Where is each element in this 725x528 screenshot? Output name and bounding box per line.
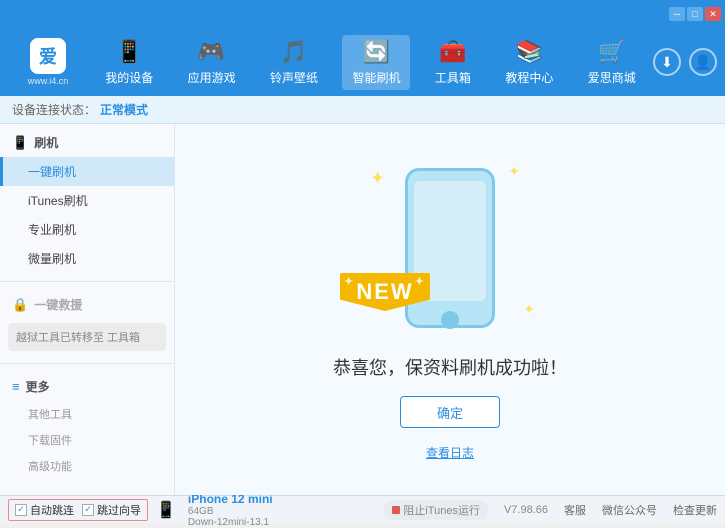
logo-tagline: www.i4.cn xyxy=(28,76,69,86)
sidebar-flash-title: 刷机 xyxy=(34,134,58,151)
window-controls: ─ □ ✕ xyxy=(669,7,721,21)
bottom-right: 阻止iTunes运行 V7.98.66 客服 微信公众号 检查更新 xyxy=(384,500,717,520)
nav-toolbox[interactable]: 🧰 工具箱 xyxy=(425,35,481,90)
stop-icon xyxy=(392,506,400,514)
checkbox-auto-connect-box[interactable]: ✓ xyxy=(15,504,27,516)
nav-smart-flash[interactable]: 🔄 智能刷机 xyxy=(342,35,410,90)
rescue-icon: 🔒 xyxy=(12,297,28,313)
new-badge: ✦ NEW ✦ xyxy=(340,273,430,323)
checkbox-skip-wizard[interactable]: ✓ 跳过向导 xyxy=(82,502,141,518)
more-icon: ≡ xyxy=(12,379,20,394)
logo[interactable]: 爱 www.i4.cn xyxy=(8,38,88,86)
nav-ringtones[interactable]: 🎵 铃声壁纸 xyxy=(260,35,328,90)
new-text: NEW xyxy=(356,279,413,304)
nav-tutorial[interactable]: 📚 教程中心 xyxy=(495,35,563,90)
update-link[interactable]: 检查更新 xyxy=(673,502,717,518)
sidebar-item-advanced[interactable]: 高级功能 xyxy=(0,453,174,479)
title-bar: ─ □ ✕ xyxy=(0,0,725,28)
ringtones-icon: 🎵 xyxy=(280,39,307,65)
minimize-button[interactable]: ─ xyxy=(669,7,685,21)
store-icon: 🛒 xyxy=(598,39,625,65)
device-info-row: 📱 iPhone 12 mini 64GB Down-12mini-13.1 xyxy=(156,492,273,528)
support-link[interactable]: 客服 xyxy=(564,502,586,518)
nav-items: 📱 我的设备 🎮 应用游戏 🎵 铃声壁纸 🔄 智能刷机 🧰 工具箱 📚 教程中心… xyxy=(88,28,653,96)
device-model: Down-12mini-13.1 xyxy=(188,517,273,528)
device-phone-icon: 📱 xyxy=(156,500,176,520)
nav-apps-label: 应用游戏 xyxy=(188,69,236,86)
sidebar-item-onekey-flash[interactable]: 一键刷机 xyxy=(0,157,174,186)
bottom-checkboxes: ✓ 自动跳连 ✓ 跳过向导 xyxy=(8,499,148,521)
phone-illustration: ✦ ✦ ✦ ✦ NEW ✦ xyxy=(350,158,550,338)
sparkle-1: ✦ xyxy=(370,168,385,189)
new-banner: ✦ NEW ✦ xyxy=(340,273,430,311)
sparkle-3: ✦ xyxy=(523,301,535,318)
sidebar-more-title: 更多 xyxy=(26,378,50,395)
review-log-link[interactable]: 查看日志 xyxy=(426,444,474,461)
phone-home-btn xyxy=(441,311,459,329)
sidebar-divider-2 xyxy=(0,363,174,364)
user-button[interactable]: 👤 xyxy=(689,48,717,76)
flash-icon: 🔄 xyxy=(363,39,390,65)
apps-icon: 🎮 xyxy=(198,39,225,65)
sidebar-more-header: ≡ 更多 xyxy=(0,372,174,401)
sidebar-rescue-section: 🔒 一键救援 越狱工具已转移至 工具箱 xyxy=(0,286,174,359)
status-bar: 设备连接状态： 正常模式 xyxy=(0,96,725,124)
bottom-bar: ✓ 自动跳连 ✓ 跳过向导 📱 iPhone 12 mini 64GB Down… xyxy=(0,495,725,523)
status-value: 正常模式 xyxy=(100,101,148,118)
sidebar-item-download-firmware[interactable]: 下载固件 xyxy=(0,427,174,453)
nav-store[interactable]: 🛒 爱思商城 xyxy=(578,35,646,90)
sidebar-more-section: ≡ 更多 其他工具 下载固件 高级功能 xyxy=(0,368,174,483)
sidebar: 📱 刷机 一键刷机 iTunes刷机 专业刷机 微量刷机 🔒 一键救援 越狱工具… xyxy=(0,124,175,495)
nav-toolbox-label: 工具箱 xyxy=(435,69,471,86)
sidebar-item-other-tools[interactable]: 其他工具 xyxy=(0,401,174,427)
checkbox-auto-connect[interactable]: ✓ 自动跳连 xyxy=(15,502,74,518)
nav-apps-games[interactable]: 🎮 应用游戏 xyxy=(178,35,246,90)
sidebar-item-pro-flash[interactable]: 专业刷机 xyxy=(0,215,174,244)
sidebar-item-save-flash[interactable]: 微量刷机 xyxy=(0,244,174,273)
confirm-button[interactable]: 确定 xyxy=(400,396,500,428)
version-text: V7.98.66 xyxy=(504,504,548,516)
nav-my-device-label: 我的设备 xyxy=(105,69,153,86)
new-star-left: ✦ xyxy=(344,275,355,288)
flash-section-icon: 📱 xyxy=(12,135,28,151)
sidebar-rescue-notice: 越狱工具已转移至 工具箱 xyxy=(8,323,166,351)
nav-flash-label: 智能刷机 xyxy=(352,69,400,86)
device-icon: 📱 xyxy=(116,39,143,65)
wechat-link[interactable]: 微信公众号 xyxy=(602,502,657,518)
header: 爱 www.i4.cn 📱 我的设备 🎮 应用游戏 🎵 铃声壁纸 🔄 智能刷机 … xyxy=(0,28,725,96)
toolbox-icon: 🧰 xyxy=(439,39,466,65)
success-container: ✦ ✦ ✦ ✦ NEW ✦ 恭喜您，保资料刷机成功啦！ 确定 查看日志 xyxy=(333,158,567,461)
rescue-notice-text: 越狱工具已转移至 工具箱 xyxy=(16,332,140,344)
maximize-button[interactable]: □ xyxy=(687,7,703,21)
success-message: 恭喜您，保资料刷机成功啦！ xyxy=(333,354,567,380)
sidebar-flash-section: 📱 刷机 一键刷机 iTunes刷机 专业刷机 微量刷机 xyxy=(0,124,174,277)
nav-my-device[interactable]: 📱 我的设备 xyxy=(95,35,163,90)
sidebar-rescue-header: 🔒 一键救援 xyxy=(0,290,174,319)
close-button[interactable]: ✕ xyxy=(705,7,721,21)
device-info: iPhone 12 mini 64GB Down-12mini-13.1 xyxy=(188,492,273,528)
checkbox-auto-connect-label: 自动跳连 xyxy=(30,502,74,518)
sparkle-2: ✦ xyxy=(508,163,520,180)
device-storage: 64GB xyxy=(188,506,273,517)
logo-icon: 爱 xyxy=(30,38,66,74)
checkbox-skip-wizard-label: 跳过向导 xyxy=(97,502,141,518)
sidebar-divider-1 xyxy=(0,281,174,282)
new-star-right: ✦ xyxy=(415,275,426,288)
nav-ringtones-label: 铃声壁纸 xyxy=(270,69,318,86)
sidebar-rescue-title: 一键救援 xyxy=(34,296,82,313)
header-right: ⬇ 👤 xyxy=(653,48,717,76)
sidebar-flash-header: 📱 刷机 xyxy=(0,128,174,157)
itunes-status-label: 阻止iTunes运行 xyxy=(403,502,480,518)
checkbox-skip-wizard-box[interactable]: ✓ xyxy=(82,504,94,516)
main: 📱 刷机 一键刷机 iTunes刷机 专业刷机 微量刷机 🔒 一键救援 越狱工具… xyxy=(0,124,725,495)
itunes-status[interactable]: 阻止iTunes运行 xyxy=(384,500,488,520)
content-area: ✦ ✦ ✦ ✦ NEW ✦ 恭喜您，保资料刷机成功啦！ 确定 查看日志 xyxy=(175,124,725,495)
tutorial-icon: 📚 xyxy=(516,39,543,65)
download-button[interactable]: ⬇ xyxy=(653,48,681,76)
nav-tutorial-label: 教程中心 xyxy=(505,69,553,86)
nav-store-label: 爱思商城 xyxy=(588,69,636,86)
status-label: 设备连接状态： xyxy=(12,101,96,118)
sidebar-item-itunes-flash[interactable]: iTunes刷机 xyxy=(0,186,174,215)
